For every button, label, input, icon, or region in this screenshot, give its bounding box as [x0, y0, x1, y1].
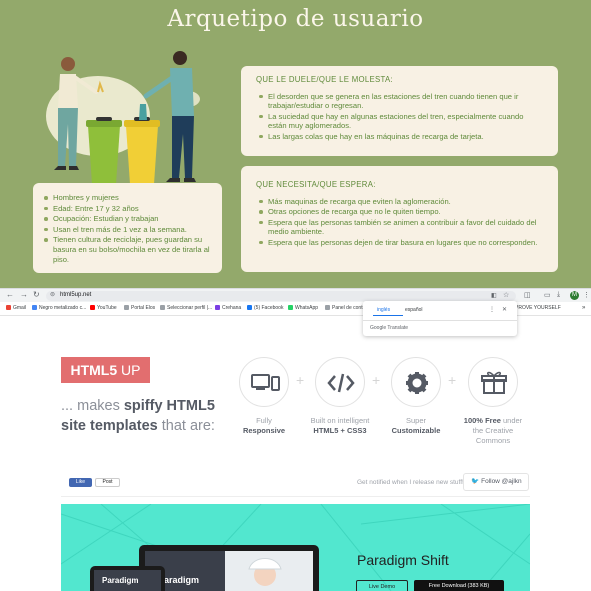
pain-item: Las largas colas que hay en las máquinas… [256, 132, 543, 142]
translate-close-icon[interactable]: ✕ [502, 306, 507, 313]
bookmark-star-icon[interactable]: ☆ [503, 291, 509, 299]
feature-label: 100% Free under the Creative Commons [463, 416, 523, 445]
plus-icon: + [296, 372, 305, 388]
free-download-button[interactable]: Free Download (383 KB) [414, 580, 504, 591]
bookmark-panel[interactable]: Panel de contr [325, 305, 364, 311]
phone-mockup: Paradigm [90, 566, 165, 591]
feature-customizable: Super Customizable [386, 357, 446, 436]
bookmark-facebook[interactable]: (5) Facebook [247, 305, 283, 311]
reload-icon[interactable]: ↻ [33, 290, 40, 299]
translate-options-icon[interactable]: ⋮ [489, 306, 495, 313]
bookmark-gmail[interactable]: Gmail [6, 305, 26, 311]
translate-popup: inglés español ⋮ ✕ Google Translate [363, 301, 517, 336]
gift-icon [468, 357, 518, 407]
x-post-button[interactable]: Post [95, 478, 120, 487]
profile-item: Edad: Entre 17 y 32 años [41, 204, 214, 214]
need-item: Otras opciones de recarga que no le quit… [256, 207, 543, 217]
extensions-icon[interactable]: ◫ [524, 291, 531, 299]
bookmark-whatsapp[interactable]: WhatsApp [288, 305, 318, 311]
code-icon [315, 357, 365, 407]
page-icon [160, 305, 165, 310]
laptop-screen: Paradigm [145, 551, 313, 591]
profile-item: Ocupación: Estudian y trabajan [41, 214, 214, 224]
need-item: Espera que las personas también se anime… [256, 218, 543, 237]
divider [61, 496, 530, 497]
facebook-icon [247, 305, 252, 310]
menu-dots-icon[interactable]: ⋮ [583, 291, 590, 299]
bookmark-prove-yourself[interactable]: PROVE YOURSELF [515, 305, 561, 311]
notify-text: Get notified when I release new stuff! [357, 479, 464, 486]
feature-responsive: Fully Responsive [234, 357, 294, 436]
recycling-illustration [46, 51, 200, 184]
feature-label: Fully Responsive [242, 416, 286, 435]
crehana-icon [215, 305, 220, 310]
gear-icon [391, 357, 441, 407]
bookmark-negro[interactable]: Negro metalizado c... [32, 305, 86, 311]
profile-avatar[interactable]: M [570, 291, 579, 300]
page-icon [325, 305, 330, 310]
translate-target-tab[interactable]: español [405, 307, 423, 313]
translate-icon[interactable]: ◧ [491, 292, 497, 299]
forward-icon[interactable]: → [20, 290, 28, 299]
facebook-like-button[interactable]: Like [69, 478, 92, 487]
needs-heading: QUE NECESITA/QUE ESPERA: [256, 180, 376, 189]
more-bookmarks-icon[interactable]: » [582, 305, 585, 311]
whatsapp-icon [288, 305, 293, 310]
youtube-icon [90, 305, 95, 310]
divider [363, 320, 517, 321]
tabs-icon[interactable]: ▭ [544, 291, 551, 299]
monitor-phone-icon [239, 357, 289, 407]
browser-toolbar: ← → ↻ ⊜ html5up.net ◧ ☆ ◫ ▭ ⤓ M ⋮ [0, 288, 591, 302]
phone-screen-title: Paradigm [102, 576, 139, 585]
address-text: html5up.net [60, 292, 92, 298]
address-bar[interactable]: ⊜ html5up.net ◧ ☆ [46, 291, 516, 301]
bookmark-crehana[interactable]: Crehana [215, 305, 241, 311]
gmail-icon [6, 305, 11, 310]
laptop-mockup: Paradigm [139, 545, 319, 591]
phone-screen: Paradigm [94, 570, 161, 591]
template-title[interactable]: Paradigm Shift [357, 552, 449, 568]
needs-card: QUE NECESITA/QUE ESPERA: Más maquinas de… [241, 166, 558, 272]
twitter-follow-button[interactable]: 🐦 Follow @ajlkn [463, 473, 529, 491]
html5up-logo[interactable]: HTML5 UP [61, 357, 150, 383]
pains-heading: QUE LE DUELE/QUE LE MOLESTA: [256, 75, 393, 84]
plus-icon: + [448, 372, 457, 388]
bookmark-portal-elos[interactable]: Portal Elos [124, 305, 155, 311]
feature-label: Super Customizable [391, 416, 441, 435]
tab-underline [373, 315, 403, 316]
need-item: Más maquinas de recarga que eviten la ag… [256, 197, 543, 207]
pain-item: La suciedad que hay en algunas estacione… [256, 112, 543, 131]
profile-item: Usan el tren más de 1 vez a la semana. [41, 225, 214, 235]
pain-item: El desorden que se genera en las estacio… [256, 92, 543, 111]
need-item: Espera que las personas dejen de tirar b… [256, 238, 543, 248]
translate-source-tab[interactable]: inglés [377, 307, 390, 313]
pains-card: QUE LE DUELE/QUE LE MOLESTA: El desorden… [241, 66, 558, 156]
page-icon [124, 305, 129, 310]
tagline: ... makes spiffy HTML5 site templates tha… [61, 398, 215, 434]
slide-title: Arquetipo de usuario [167, 6, 424, 32]
live-demo-button[interactable]: Live Demo [356, 580, 408, 591]
back-icon[interactable]: ← [6, 290, 14, 299]
model-photo [225, 551, 313, 591]
profile-card: Hombres y mujeres Edad: Entre 17 y 32 añ… [33, 183, 222, 273]
plus-icon: + [372, 372, 381, 388]
download-icon[interactable]: ⤓ [557, 291, 560, 299]
bookmark-icon [32, 305, 37, 310]
persona-slide: Arquetipo de usuario Hombres y mujeres E… [0, 0, 591, 288]
profile-item: Tienen cultura de reciclaje, pues guarda… [41, 235, 214, 264]
template-banner[interactable]: Paradigm Paradigm Paradigm Shift Live De… [61, 504, 530, 591]
feature-html5-css3: Built on intelligent HTML5 + CSS3 [310, 357, 370, 436]
feature-label: Built on intelligent HTML5 + CSS3 [310, 416, 370, 435]
site-info-icon[interactable]: ⊜ [50, 291, 55, 298]
feature-free: 100% Free under the Creative Commons [458, 357, 528, 446]
bookmark-youtube[interactable]: YouTube [90, 305, 117, 311]
twitter-icon: 🐦 [471, 478, 480, 485]
translate-footer: Google Translate [370, 325, 409, 331]
bookmark-seleccionar-perfil[interactable]: Seleccionar perfil |... [160, 305, 212, 311]
profile-item: Hombres y mujeres [41, 193, 214, 203]
